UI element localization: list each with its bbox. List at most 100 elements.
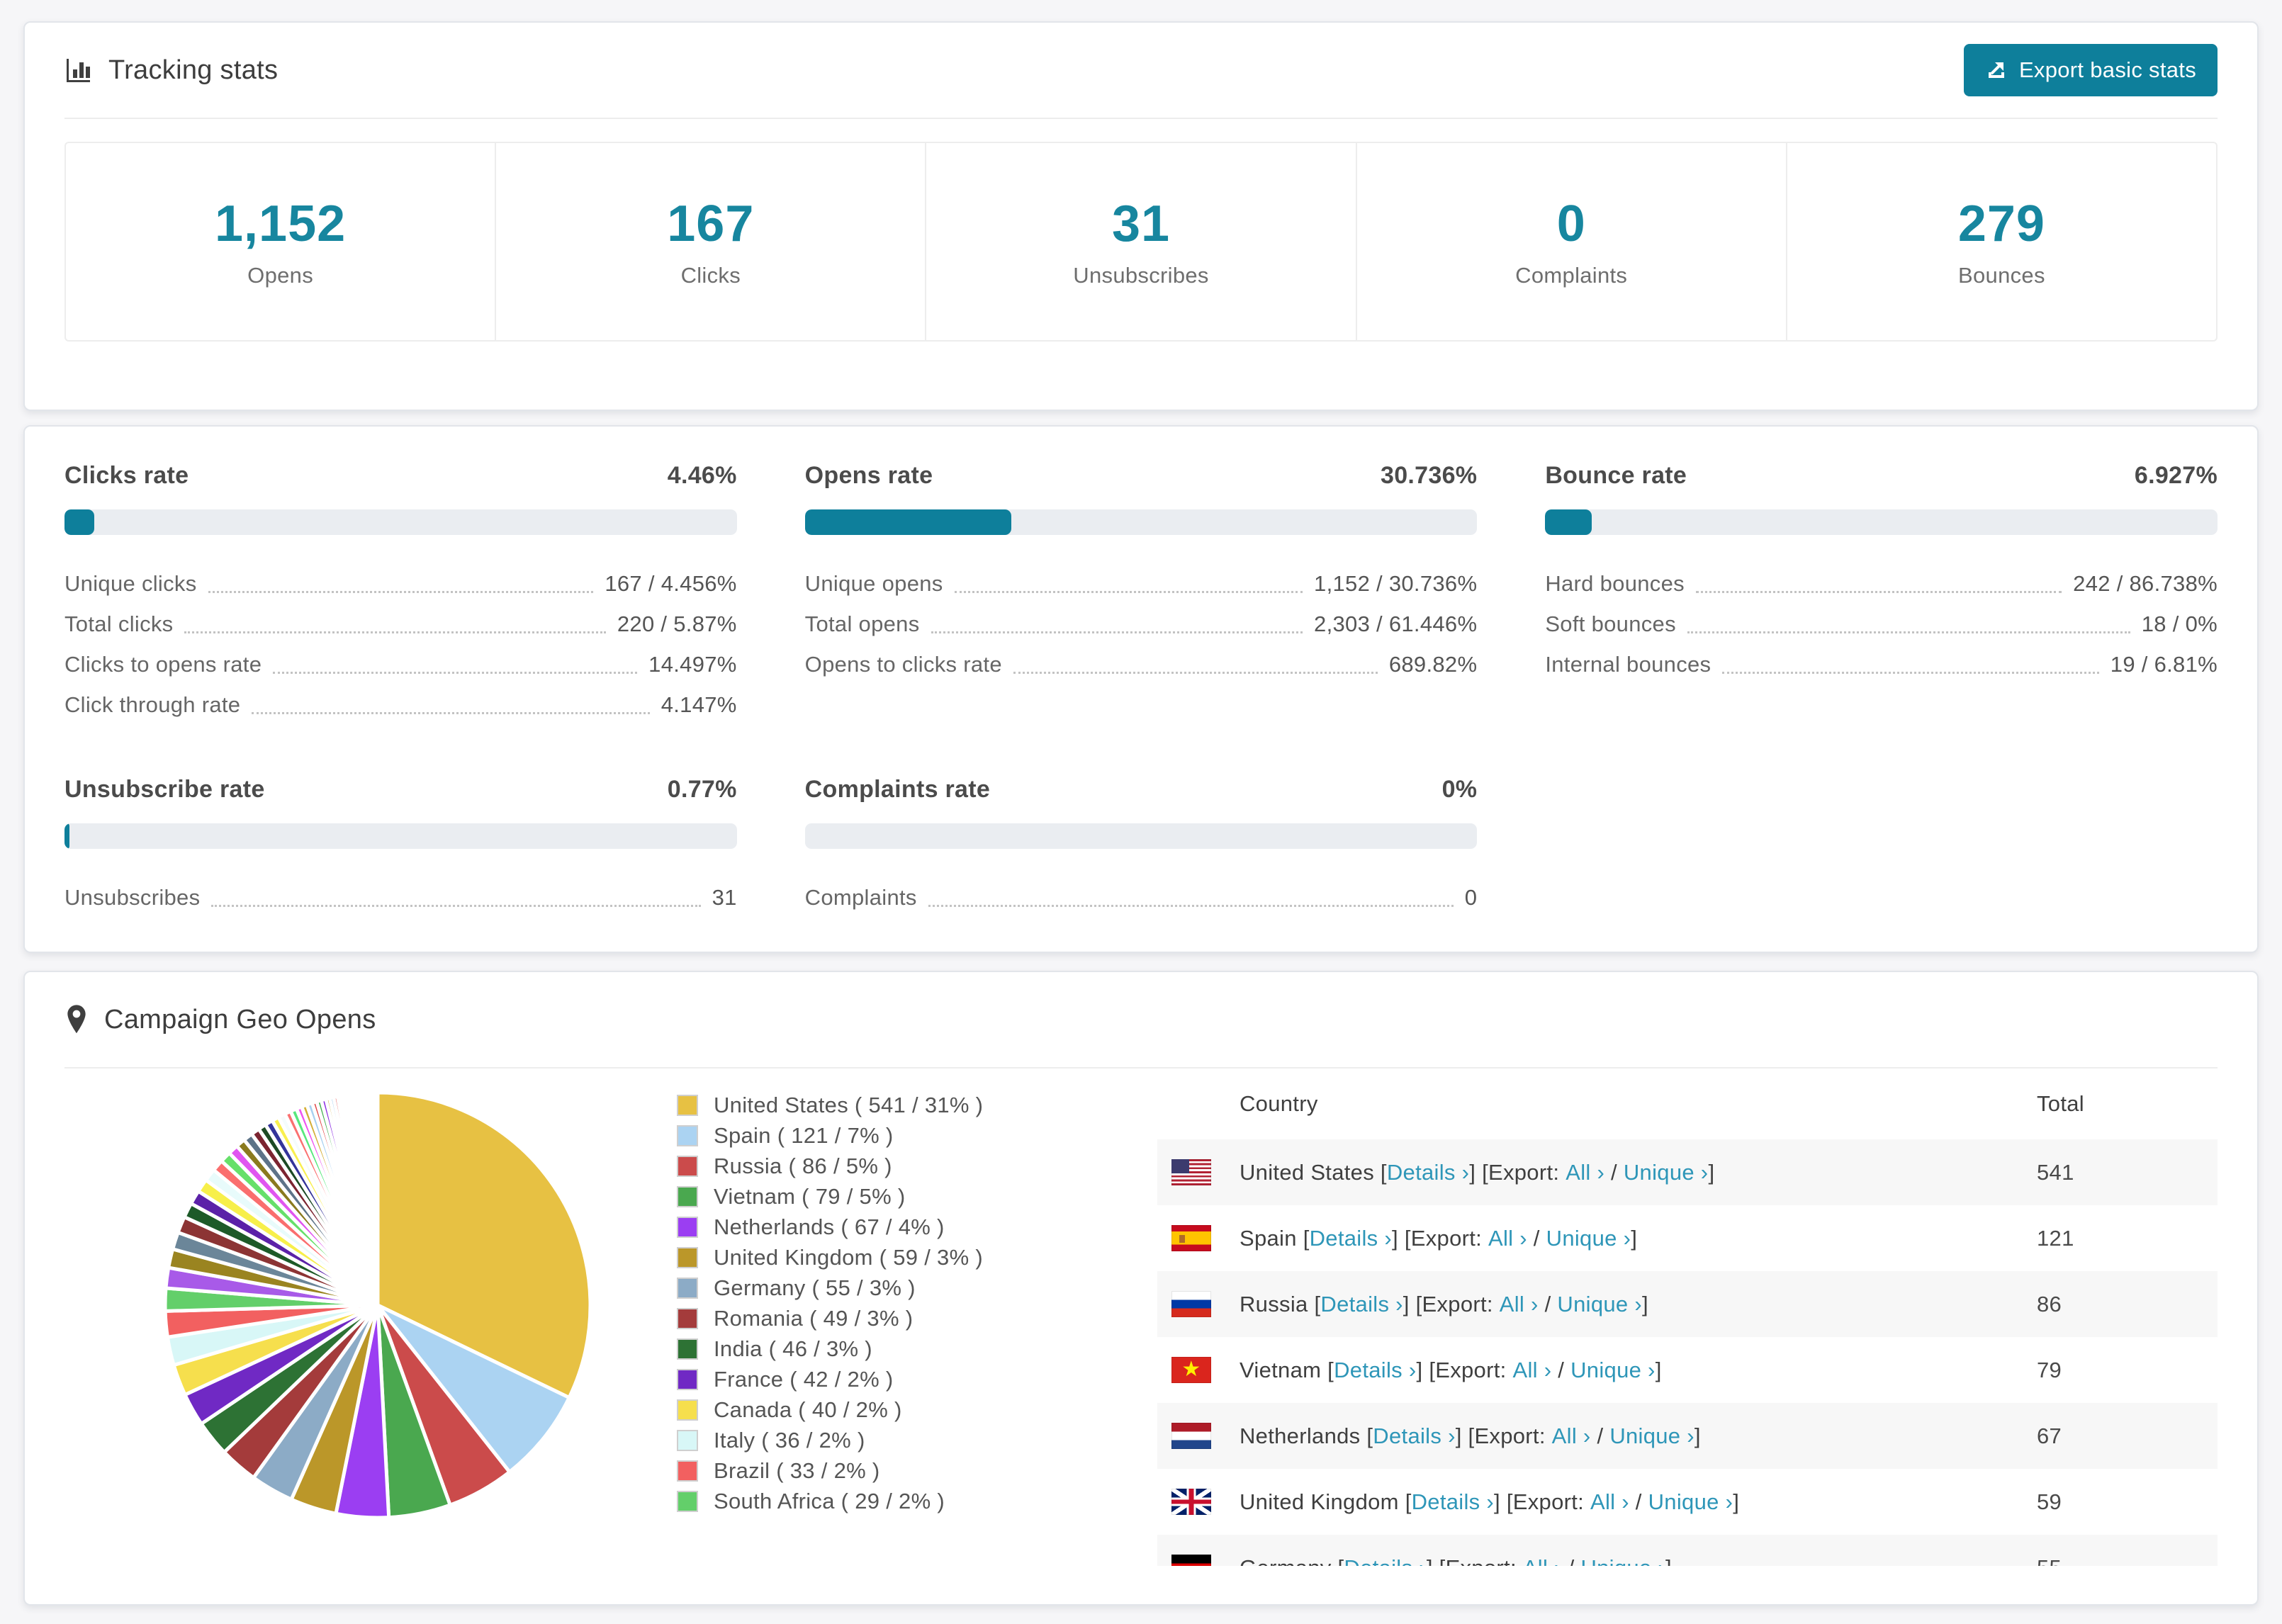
- country-name: Vietnam: [1240, 1357, 1322, 1382]
- slash: /: [1604, 1159, 1624, 1185]
- table-row: Russia [Details ›] [Export: All › / Uniq…: [1157, 1271, 2218, 1337]
- table-row: Netherlands [Details ›] [Export: All › /…: [1157, 1403, 2218, 1469]
- stat-opens: 1,152 Opens: [66, 143, 497, 340]
- geo-table-header: Country Total: [1157, 1068, 2218, 1139]
- legend-label: Vietnam ( 79 / 5% ): [714, 1183, 906, 1209]
- tracking-stats-panel: Tracking stats Export basic stats 1,152 …: [23, 21, 2259, 411]
- map-pin-icon: [67, 1005, 86, 1034]
- rate-detail-row: Internal bounces 19 / 6.81%: [1545, 644, 2218, 684]
- bracket: ]: [1708, 1159, 1715, 1185]
- country-cell: United Kingdom [Details ›] [Export: All …: [1240, 1489, 2037, 1515]
- legend-label: Italy ( 36 / 2% ): [714, 1427, 865, 1453]
- export-all-link[interactable]: All ›: [1523, 1555, 1562, 1567]
- rate-detail-label: Click through rate: [64, 692, 241, 717]
- stat-unsubscribes: 31 Unsubscribes: [926, 143, 1357, 340]
- slash: /: [1629, 1489, 1648, 1514]
- rate-detail-value: 2,303 / 61.446%: [1314, 611, 1478, 636]
- flag-de-icon: [1171, 1555, 1211, 1566]
- rate-detail-label: Clicks to opens rate: [64, 651, 262, 677]
- campaign-geo-opens-panel: Campaign Geo Opens United States ( 541 /…: [23, 971, 2259, 1606]
- stat-complaints: 0 Complaints: [1357, 143, 1787, 340]
- country-cell: Russia [Details ›] [Export: All › / Uniq…: [1240, 1292, 2037, 1317]
- legend-swatch: [677, 1185, 698, 1207]
- export-all-link[interactable]: All ›: [1500, 1292, 1539, 1317]
- export-unique-link[interactable]: Unique ›: [1648, 1489, 1733, 1515]
- legend-swatch: [677, 1429, 698, 1451]
- export-unique-link[interactable]: Unique ›: [1546, 1226, 1631, 1251]
- country-cell: Netherlands [Details ›] [Export: All › /…: [1240, 1423, 2037, 1449]
- rate-title: Bounce rate: [1545, 462, 1687, 489]
- bounces-count: 279: [1957, 196, 2045, 252]
- export-unique-link[interactable]: Unique ›: [1570, 1358, 1656, 1383]
- legend-label: Germany ( 55 / 3% ): [714, 1275, 916, 1300]
- legend-swatch: [677, 1246, 698, 1268]
- export-all-link[interactable]: All ›: [1488, 1226, 1527, 1251]
- legend-label: South Africa ( 29 / 2% ): [714, 1488, 945, 1513]
- country-name: Spain: [1240, 1225, 1297, 1251]
- rate-detail-row: Unsubscribes 31: [64, 877, 737, 918]
- legend-item: India ( 46 / 3% ): [677, 1333, 1074, 1364]
- pie-legend: United States ( 541 / 31% ) Spain ( 121 /…: [677, 1090, 1074, 1516]
- export-unique-link[interactable]: Unique ›: [1609, 1423, 1694, 1449]
- flag-vn-icon: [1171, 1357, 1211, 1383]
- legend-item: Canada ( 40 / 2% ): [677, 1394, 1074, 1425]
- export-basic-stats-button[interactable]: Export basic stats: [1963, 44, 2218, 96]
- legend-label: Spain ( 121 / 7% ): [714, 1122, 894, 1148]
- details-link[interactable]: Details ›: [1412, 1489, 1494, 1515]
- opens-rate-bar: [804, 509, 1478, 535]
- legend-label: Russia ( 86 / 5% ): [714, 1153, 892, 1178]
- rate-value: 4.46%: [667, 462, 737, 489]
- slash: /: [1527, 1225, 1546, 1251]
- rate-detail-label: Hard bounces: [1545, 570, 1685, 596]
- details-link[interactable]: Details ›: [1387, 1160, 1469, 1185]
- rate-detail-label: Unique clicks: [64, 570, 197, 596]
- details-link[interactable]: Details ›: [1373, 1423, 1455, 1449]
- export-unique-link[interactable]: Unique ›: [1580, 1555, 1665, 1567]
- table-row: Spain [Details ›] [Export: All › / Uniqu…: [1157, 1205, 2218, 1271]
- tracking-stats-title: Tracking stats: [64, 55, 278, 86]
- complaints-rate-bar: [804, 823, 1478, 849]
- legend-item: France ( 42 / 2% ): [677, 1364, 1074, 1394]
- legend-swatch: [677, 1216, 698, 1238]
- country-cell: Vietnam [Details ›] [Export: All › / Uni…: [1240, 1358, 2037, 1383]
- pie-slice: [375, 1090, 380, 1307]
- export-all-link[interactable]: All ›: [1512, 1358, 1551, 1383]
- clicks-rate-bar: [64, 509, 737, 535]
- rate-title: Unsubscribe rate: [64, 776, 265, 803]
- complaints-rate-section: Complaints rate 0% Complaints 0: [804, 776, 1478, 918]
- legend-label: Netherlands ( 67 / 4% ): [714, 1214, 945, 1239]
- dotted-leader: [184, 625, 606, 633]
- rate-detail-value: 242 / 86.738%: [2073, 570, 2218, 596]
- rate-detail-row: Total opens 2,303 / 61.446%: [805, 604, 1478, 644]
- clicks-count: 167: [667, 196, 755, 252]
- legend-item: Brazil ( 33 / 2% ): [677, 1455, 1074, 1486]
- rate-detail-label: Internal bounces: [1545, 651, 1712, 677]
- rate-title: Clicks rate: [64, 462, 189, 489]
- rate-detail-row: Click through rate 4.147%: [64, 684, 737, 725]
- dotted-leader: [1722, 665, 2099, 674]
- dotted-leader: [211, 898, 701, 907]
- unsubscribe-rate-bar: [64, 823, 737, 849]
- export-all-link[interactable]: All ›: [1590, 1489, 1629, 1515]
- legend-item: Italy ( 36 / 2% ): [677, 1425, 1074, 1455]
- details-link[interactable]: Details ›: [1344, 1555, 1426, 1567]
- details-link[interactable]: Details ›: [1320, 1292, 1403, 1317]
- export-all-link[interactable]: All ›: [1552, 1423, 1591, 1449]
- slash: /: [1590, 1423, 1610, 1448]
- export-all-link[interactable]: All ›: [1566, 1160, 1604, 1185]
- legend-item: Vietnam ( 79 / 5% ): [677, 1181, 1074, 1212]
- country-total: 55: [2037, 1555, 2203, 1567]
- flag-es-icon: [1171, 1225, 1211, 1251]
- rate-value: 0%: [1441, 776, 1478, 803]
- export-unique-link[interactable]: Unique ›: [1557, 1292, 1642, 1317]
- country-cell: Germany [Details ›] [Export: All › / Uni…: [1240, 1555, 2037, 1567]
- slash: /: [1562, 1555, 1581, 1567]
- dotted-leader: [273, 665, 638, 674]
- legend-swatch: [677, 1338, 698, 1360]
- rate-detail-label: Opens to clicks rate: [804, 651, 1002, 677]
- bracket: [: [1360, 1423, 1373, 1448]
- export-unique-link[interactable]: Unique ›: [1624, 1160, 1709, 1185]
- details-link[interactable]: Details ›: [1334, 1358, 1416, 1383]
- details-link[interactable]: Details ›: [1310, 1226, 1392, 1251]
- rate-detail-label: Soft bounces: [1545, 611, 1676, 636]
